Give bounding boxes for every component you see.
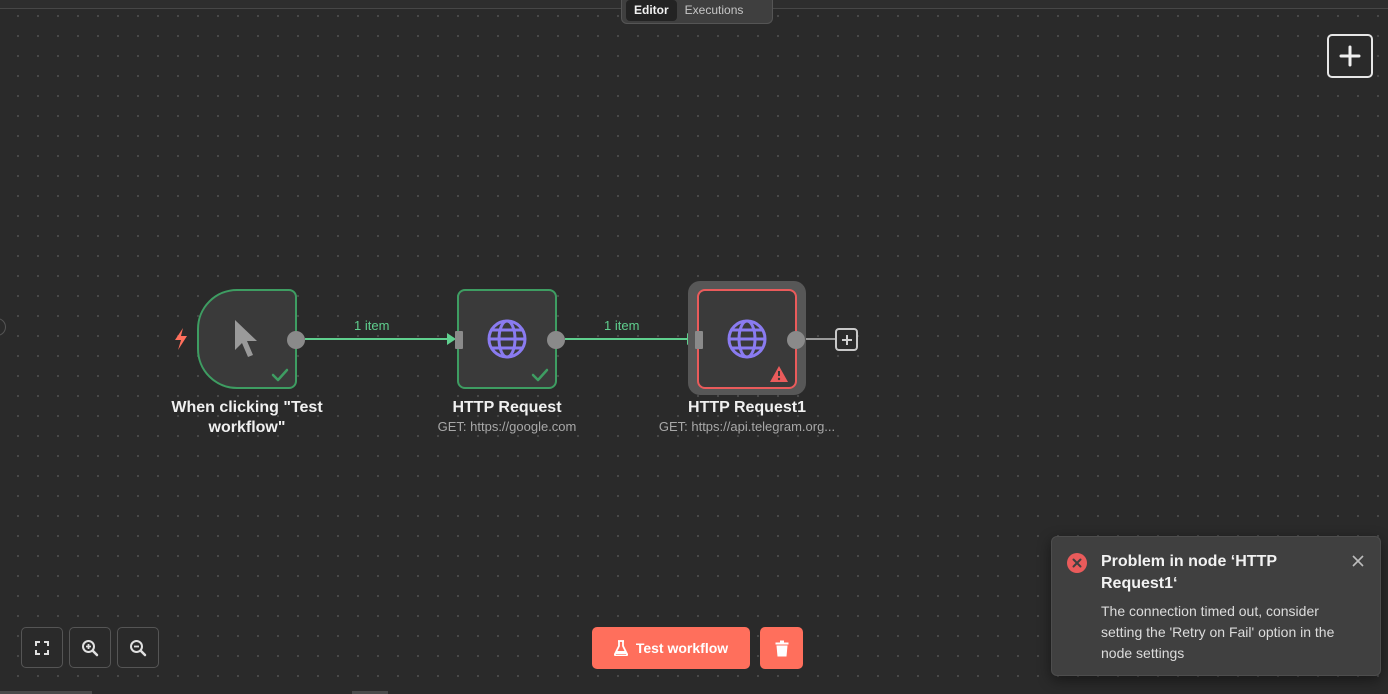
zoom-to-fit-button[interactable] bbox=[21, 627, 63, 668]
edge-label: 1 item bbox=[604, 318, 640, 333]
tab-editor[interactable]: Editor bbox=[626, 0, 677, 21]
node-label: HTTP Request1 bbox=[688, 399, 806, 416]
output-handle[interactable] bbox=[287, 331, 305, 349]
check-icon bbox=[531, 368, 549, 382]
add-next-node-button[interactable] bbox=[835, 328, 858, 351]
zoom-out-icon bbox=[130, 639, 147, 656]
globe-icon bbox=[487, 319, 527, 359]
fullscreen-icon bbox=[35, 640, 49, 655]
tab-executions[interactable]: Executions bbox=[677, 0, 752, 21]
zoom-in-button[interactable] bbox=[69, 627, 111, 668]
node-subtitle: GET: https://google.com bbox=[437, 419, 577, 434]
close-icon[interactable] bbox=[1352, 555, 1364, 567]
check-icon bbox=[271, 368, 289, 382]
input-handle[interactable] bbox=[455, 331, 463, 349]
plus-icon bbox=[1339, 45, 1361, 67]
globe-icon bbox=[727, 319, 767, 359]
error-toast: Problem in node ‘HTTP Request1‘ The conn… bbox=[1051, 536, 1381, 676]
delete-button[interactable] bbox=[760, 627, 803, 669]
cursor-icon bbox=[235, 320, 257, 357]
node-http-request[interactable] bbox=[455, 289, 565, 389]
view-tabs: Editor Executions bbox=[621, 0, 773, 24]
node-subtitle: GET: https://api.telegram.org... bbox=[658, 419, 836, 434]
trigger-bolt-icon bbox=[175, 328, 187, 350]
trash-icon bbox=[775, 640, 788, 656]
flask-icon bbox=[613, 640, 628, 656]
zoom-in-icon bbox=[82, 639, 99, 656]
node-label: When clicking "Test workflow" bbox=[171, 399, 323, 436]
warning-icon bbox=[770, 366, 788, 382]
canvas-edge-handle bbox=[0, 318, 6, 336]
toast-message: The connection timed out, consider setti… bbox=[1101, 603, 1335, 661]
error-circle-icon bbox=[1067, 553, 1087, 573]
add-node-button[interactable] bbox=[1327, 34, 1373, 78]
output-handle[interactable] bbox=[787, 331, 805, 349]
plus-icon bbox=[841, 334, 852, 345]
toast-title: Problem in node ‘HTTP Request1‘ bbox=[1101, 553, 1277, 592]
test-workflow-button[interactable]: Test workflow bbox=[592, 627, 750, 669]
node-manual-trigger[interactable] bbox=[197, 289, 305, 389]
node-label: HTTP Request bbox=[452, 399, 562, 416]
node-http-request1[interactable] bbox=[695, 289, 805, 389]
test-workflow-label: Test workflow bbox=[635, 640, 729, 656]
output-handle[interactable] bbox=[547, 331, 565, 349]
zoom-out-button[interactable] bbox=[117, 627, 159, 668]
input-handle[interactable] bbox=[695, 331, 703, 349]
edge-label: 1 item bbox=[354, 318, 390, 333]
